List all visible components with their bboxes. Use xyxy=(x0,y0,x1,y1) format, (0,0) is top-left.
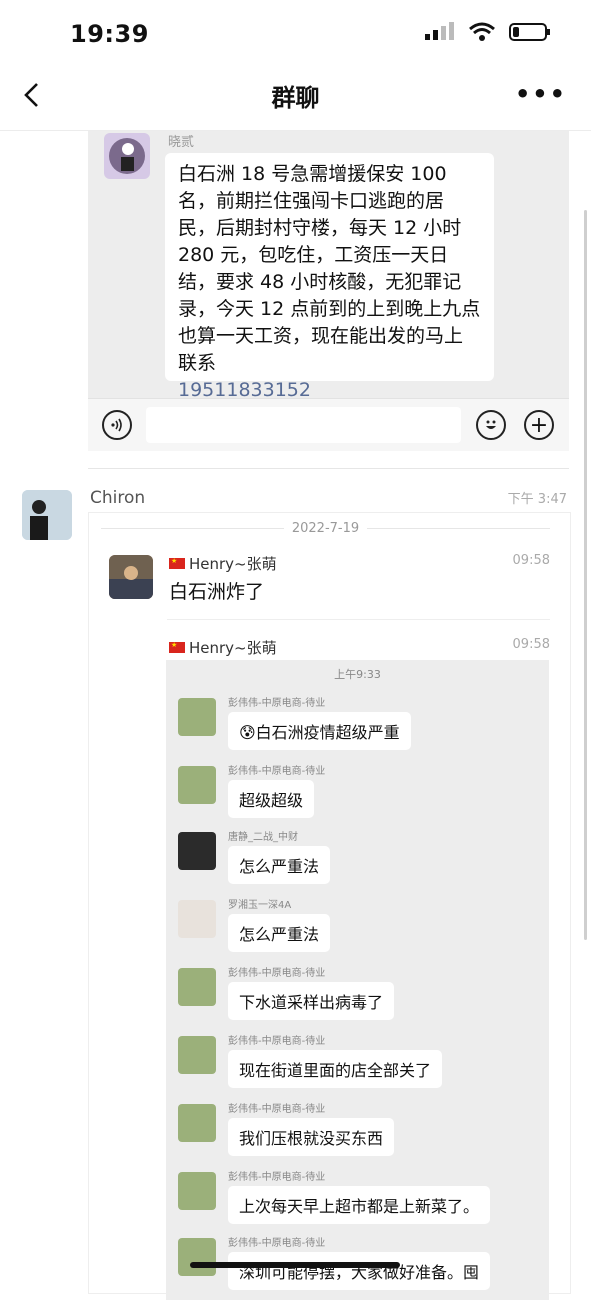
inner-message-bubble: 深圳可能停摆，大家做好准备。囤 xyxy=(228,1252,491,1290)
forward-text: 白石洲炸了 xyxy=(169,581,265,603)
inner-message-bubble: 现在街道里面的店全部关了 xyxy=(228,1050,443,1088)
inner-sender-name: 彭伟伟-中原电商-待业 xyxy=(228,1172,326,1183)
status-icons xyxy=(425,22,551,42)
message-time: 下午 3:47 xyxy=(507,492,567,507)
inner-sender-name: 彭伟伟-中原电商-待业 xyxy=(228,1104,326,1115)
date-label: 2022-7-19 xyxy=(291,521,360,536)
inner-message-bubble: 上次每天早上超市都是上新菜了。 xyxy=(228,1186,491,1224)
avatar xyxy=(178,698,216,736)
inner-chat-screenshot[interactable]: 上午9:33 彭伟伟-中原电商-待业 😰白石洲疫情超级严重 彭伟伟-中原电商-待业超… xyxy=(166,660,549,1300)
forward-sender: Henry~张萌 xyxy=(169,637,277,658)
chiron-name: Chiron xyxy=(90,488,146,508)
home-indicator[interactable] xyxy=(190,1262,400,1268)
avatar xyxy=(178,766,216,804)
message-bubble: 白石洲 18 号急需增援保安 100 名，前期拦住强闯卡口逃跑的居民，后期封村守… xyxy=(165,153,494,401)
avatar xyxy=(178,1238,216,1276)
avatar xyxy=(178,968,216,1006)
avatar xyxy=(104,133,150,179)
avatar xyxy=(178,900,216,938)
inner-sender-name: 彭伟伟-中原电商-待业 xyxy=(228,968,326,979)
date-divider: 2022-7-19 xyxy=(101,521,550,536)
forward-time: 09:58 xyxy=(512,553,550,568)
avatar xyxy=(109,555,153,599)
signal-icon xyxy=(425,22,454,40)
input-bar: + xyxy=(88,398,569,451)
avatar xyxy=(178,1104,216,1142)
page-title: 群聊 xyxy=(271,84,320,112)
inner-message-bubble: 怎么严重法 xyxy=(228,914,331,952)
status-time: 19:39 xyxy=(70,20,149,48)
divider xyxy=(167,619,550,620)
inner-message-bubble: 😰白石洲疫情超级严重 xyxy=(228,712,411,750)
battery-icon xyxy=(509,23,550,41)
avatar xyxy=(178,1036,216,1074)
emoji-icon[interactable] xyxy=(476,410,506,440)
sender-name: 晓贰 xyxy=(168,135,195,150)
china-flag-icon xyxy=(169,641,185,653)
china-flag-icon xyxy=(169,557,185,569)
inner-sender-name: 彭伟伟-中原电商-待业 xyxy=(228,1036,326,1047)
forward-sender: Henry~张萌 xyxy=(169,553,277,574)
inner-sender-name: 唐静_二战_中财 xyxy=(228,832,298,843)
plus-icon[interactable]: + xyxy=(524,410,554,440)
message-input[interactable] xyxy=(146,407,461,443)
message-text: 白石洲 18 号急需增援保安 100 名，前期拦住强闯卡口逃跑的居民，后期封村守… xyxy=(178,163,481,374)
inner-sender-name: 罗湘玉一深4A xyxy=(228,900,292,911)
inner-time: 上午9:33 xyxy=(334,668,381,681)
more-icon[interactable]: ••• xyxy=(515,80,567,108)
inner-message-bubble: 下水道采样出病毒了 xyxy=(228,982,395,1020)
inner-sender-name: 彭伟伟-中原电商-待业 xyxy=(228,766,326,777)
wifi-icon xyxy=(469,22,495,41)
avatar xyxy=(178,832,216,870)
scrollbar[interactable] xyxy=(584,210,587,940)
voice-icon[interactable] xyxy=(102,410,132,440)
inner-message-bubble: 我们压根就没买东西 xyxy=(228,1118,395,1156)
inner-message-bubble: 超级超级 xyxy=(228,780,315,818)
inner-message-bubble: 怎么严重法 xyxy=(228,846,331,884)
forward-time: 09:58 xyxy=(512,637,550,652)
divider xyxy=(88,468,569,469)
avatar xyxy=(178,1172,216,1210)
inner-sender-name: 彭伟伟-中原电商-待业 xyxy=(228,698,326,709)
chiron-avatar[interactable] xyxy=(22,490,72,540)
inner-sender-name: 彭伟伟-中原电商-待业 xyxy=(228,1238,326,1249)
